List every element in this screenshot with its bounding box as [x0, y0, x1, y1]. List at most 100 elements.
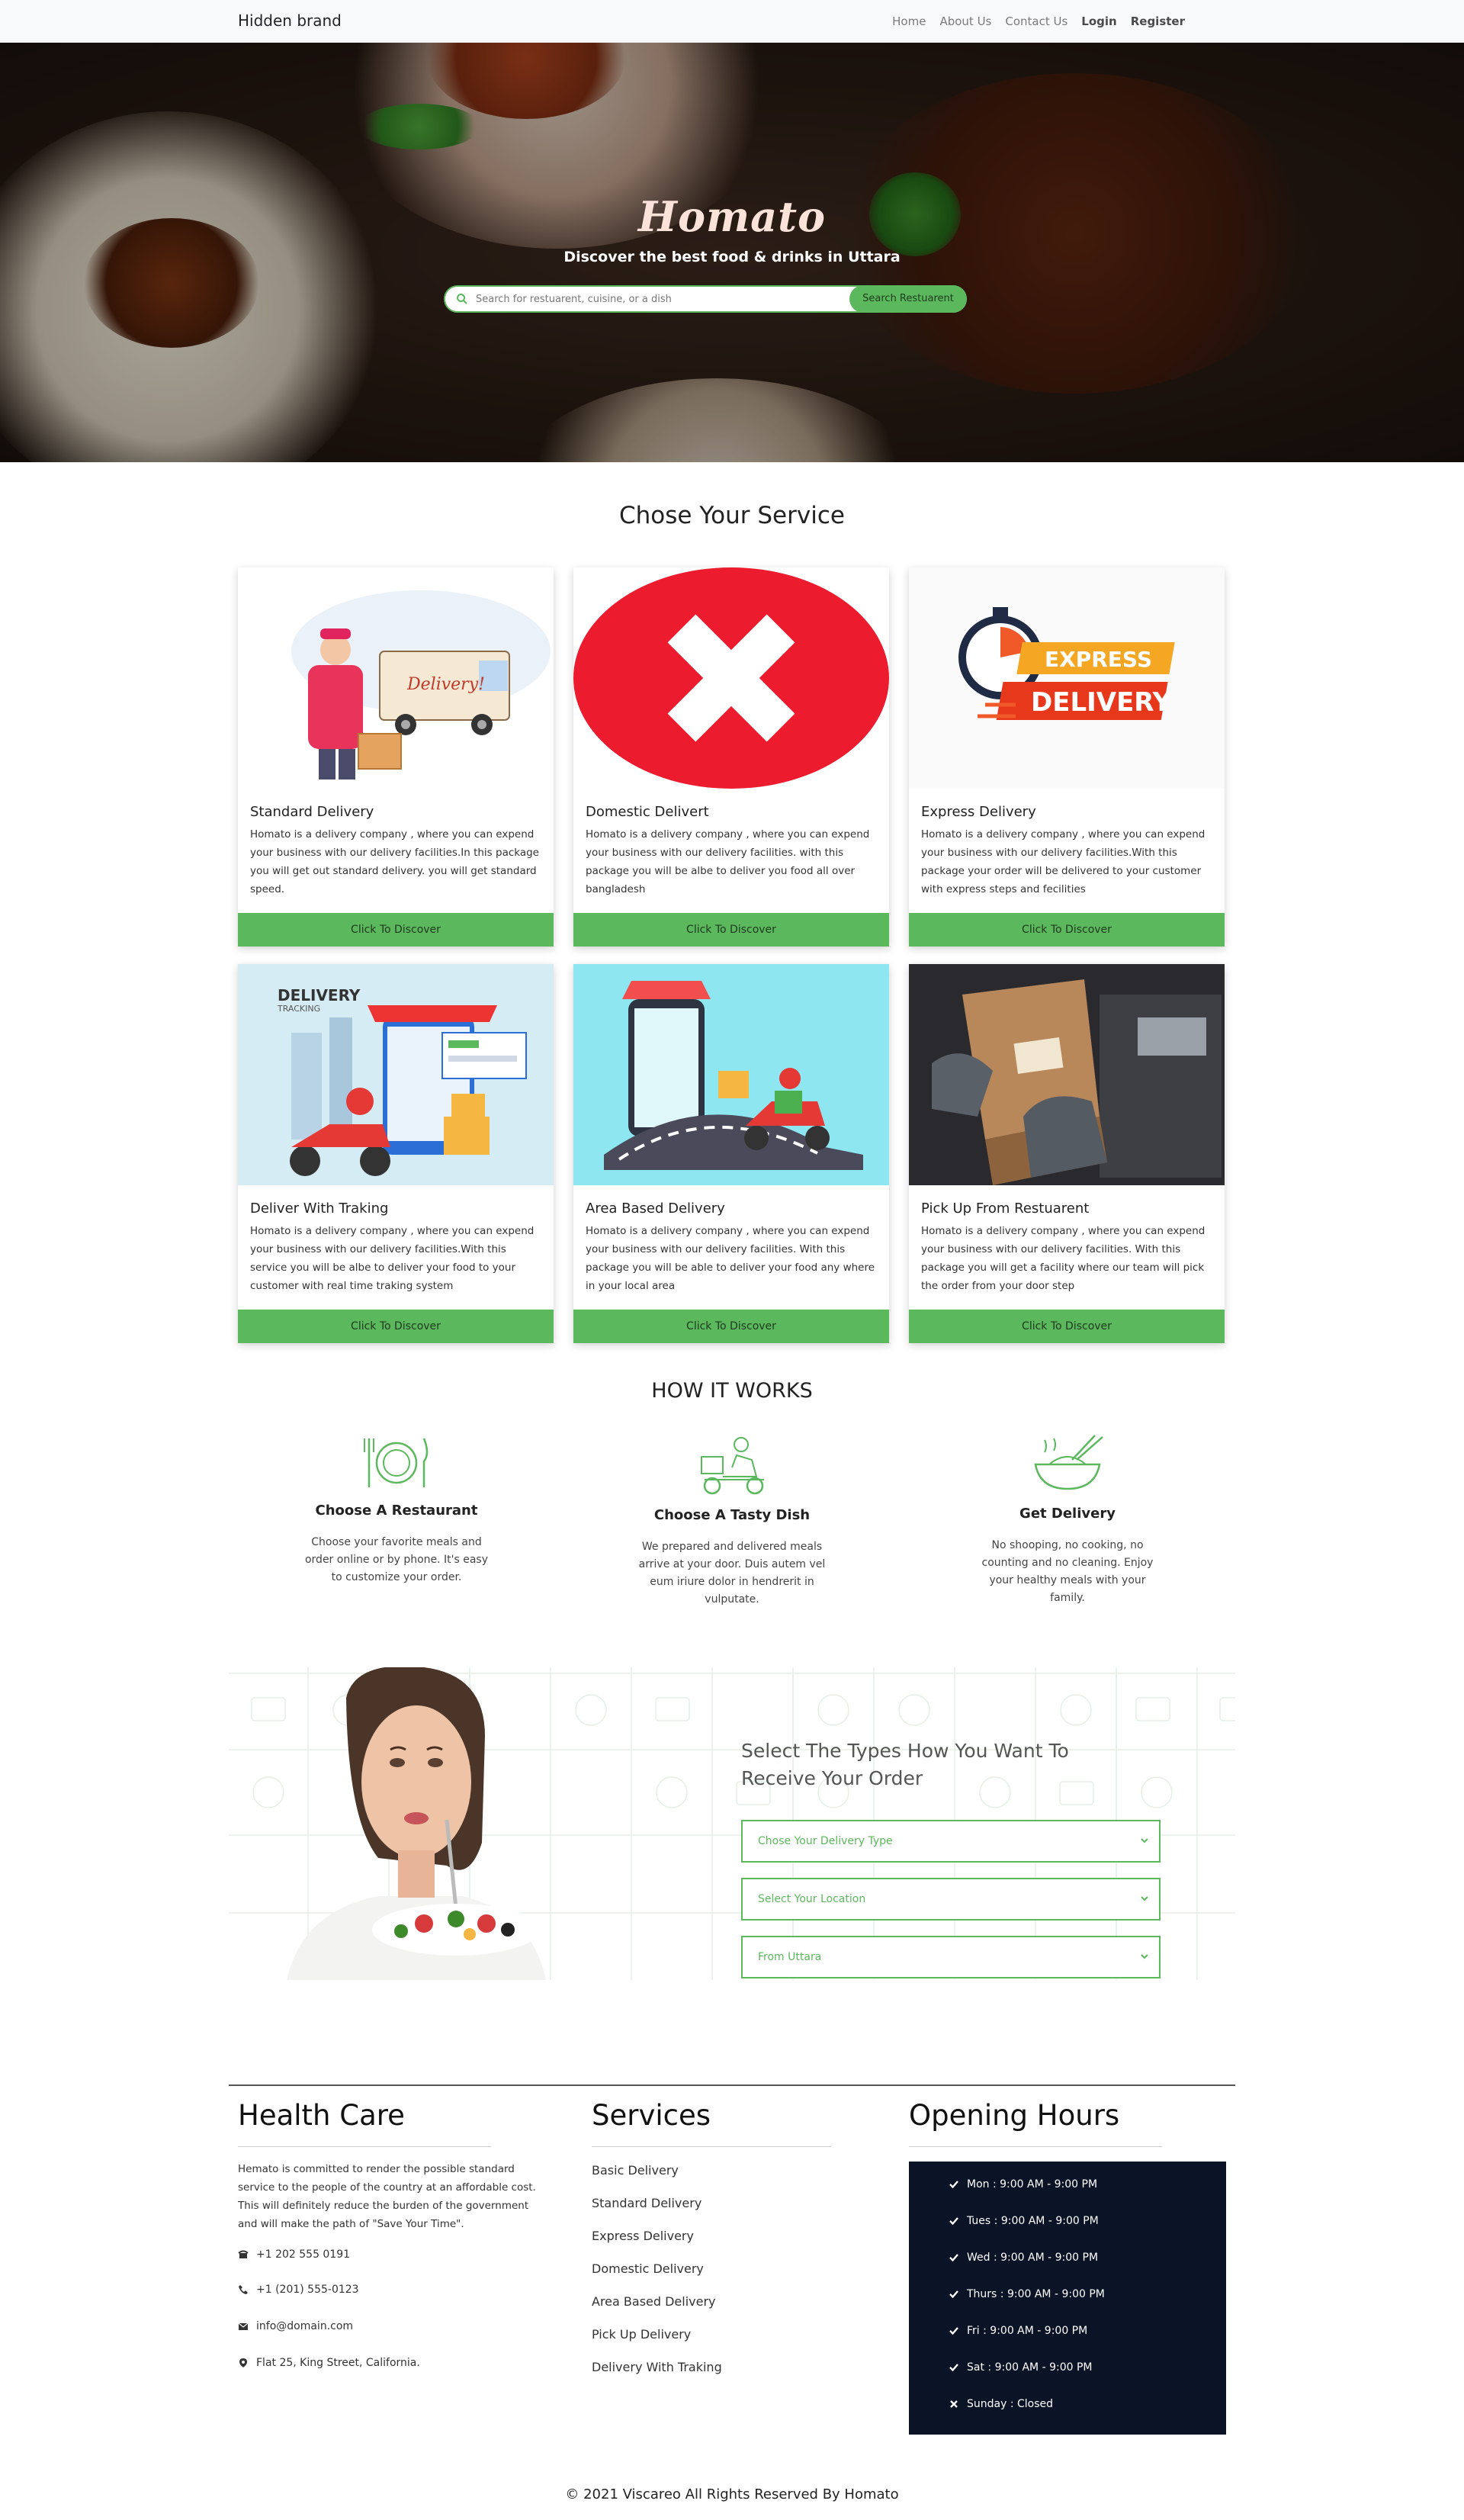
check-icon	[949, 2327, 958, 2335]
hours-row: Wed : 9:00 AM - 9:00 PM	[949, 2252, 1098, 2264]
card-description: Homato is a delivery company , where you…	[586, 828, 870, 895]
phone-icon	[239, 2285, 248, 2294]
nav-link-about[interactable]: About Us	[939, 14, 991, 28]
nav-link-home[interactable]: Home	[892, 14, 926, 28]
hours-row: Fri : 9:00 AM - 9:00 PM	[949, 2325, 1087, 2337]
contact-telephone: +1 202 555 0191	[238, 2248, 350, 2261]
hours-text: Tues : 9:00 AM - 9:00 PM	[967, 2215, 1099, 2227]
check-icon	[949, 2364, 958, 2372]
delivery-tracking-label: DELIVERY	[278, 986, 361, 1004]
discover-button[interactable]: Click To Discover	[573, 913, 889, 947]
search-bar[interactable]: Search for restuarent, cuisine, or a dis…	[444, 285, 967, 313]
card-description: Homato is a delivery company , where you…	[250, 828, 539, 895]
footer-service-link[interactable]: Standard Delivery	[592, 2196, 702, 2210]
envelope-icon	[238, 2322, 249, 2330]
contact-phone: +1 (201) 555-0123	[238, 2284, 359, 2296]
step-choose-restaurant: Choose A Restaurant Choose your favorite…	[290, 1434, 503, 1586]
search-button[interactable]: Search Restuarent	[849, 285, 967, 313]
how-it-works-title: HOW IT WORKS	[651, 1379, 813, 1403]
contact-address: Flat 25, King Street, California.	[238, 2357, 420, 2369]
delivery-tracking-illustration: DELIVERY TRACKING	[238, 964, 554, 1185]
check-icon	[949, 2254, 958, 2262]
hours-text: Mon : 9:00 AM - 9:00 PM	[967, 2178, 1098, 2191]
brand-logo[interactable]: Hidden brand	[238, 11, 342, 30]
card-title: Area Based Delivery	[586, 1201, 725, 1217]
scooter-map-illustration	[573, 964, 889, 1185]
svg-text:Delivery!: Delivery!	[406, 675, 485, 694]
select-value: Chose Your Delivery Type	[758, 1835, 893, 1847]
order-title: Select The Types How You Want To Receive…	[741, 1740, 1069, 1789]
footer-service-link[interactable]: Area Based Delivery	[592, 2294, 716, 2309]
services-heading: Services	[592, 2099, 711, 2132]
hours-text: Thurs : 9:00 AM - 9:00 PM	[967, 2288, 1105, 2300]
opening-hours-panel: Mon : 9:00 AM - 9:00 PM Tues : 9:00 AM -…	[909, 2162, 1226, 2435]
card-description: Homato is a delivery company , where you…	[921, 1225, 1206, 1292]
hours-row: Sat : 9:00 AM - 9:00 PM	[949, 2361, 1092, 2374]
card-title: Pick Up From Restuarent	[921, 1201, 1090, 1217]
copyright-text: © 2021 Viscareo All Rights Reserved By H…	[565, 2486, 899, 2502]
hours-text: Wed : 9:00 AM - 9:00 PM	[967, 2252, 1099, 2264]
delivery-scooter-icon	[701, 1437, 764, 1495]
hours-text: Fri : 9:00 AM - 9:00 PM	[967, 2325, 1088, 2337]
discover-button[interactable]: Click To Discover	[238, 1310, 554, 1343]
step-get-delivery: Get Delivery No shooping, no cooking, no…	[961, 1434, 1174, 1607]
search-input[interactable]: Search for restuarent, cuisine, or a dis…	[476, 294, 672, 305]
card-description: Homato is a delivery company , where you…	[250, 1225, 535, 1292]
hours-text: Sat : 9:00 AM - 9:00 PM	[967, 2361, 1093, 2374]
nav-links: Home About Us Contact Us Login Register	[892, 14, 1185, 28]
delivery-text: DELIVERY	[1031, 687, 1172, 718]
delivery-van-illustration: Delivery!	[238, 567, 554, 789]
contact-email: info@domain.com	[238, 2320, 353, 2332]
navbar: Hidden brand Home About Us Contact Us Lo…	[0, 0, 1464, 43]
card-description: Homato is a delivery company , where you…	[586, 1225, 875, 1292]
service-card-domestic: Domestic Delivert Homato is a delivery c…	[573, 567, 889, 947]
services-underline	[592, 2146, 831, 2147]
service-card-standard: Delivery! Standard Delivery Homato is a …	[238, 567, 554, 947]
map-marker-icon	[239, 2358, 247, 2367]
about-heading: Health Care	[238, 2099, 405, 2132]
hours-underline	[909, 2146, 1162, 2147]
check-icon	[949, 2217, 958, 2226]
nav-link-register[interactable]: Register	[1131, 14, 1185, 28]
hours-heading: Opening Hours	[909, 2099, 1120, 2132]
service-card-area: Area Based Delivery Homato is a delivery…	[573, 964, 889, 1343]
hours-row: Tues : 9:00 AM - 9:00 PM	[949, 2215, 1099, 2227]
footer-service-link[interactable]: Express Delivery	[592, 2229, 694, 2243]
service-card-tracking: DELIVERY TRACKING Deliver With Traking H…	[238, 964, 554, 1343]
check-icon	[949, 2290, 958, 2299]
check-icon	[949, 2181, 958, 2189]
footer-service-link[interactable]: Pick Up Delivery	[592, 2327, 691, 2342]
step-title: Choose A Tasty Dish	[653, 1507, 811, 1523]
card-title: Express Delivery	[921, 804, 1036, 820]
hours-text: Sunday : Closed	[967, 2398, 1054, 2410]
footer-service-link[interactable]: Basic Delivery	[592, 2163, 679, 2178]
plate-cutlery-icon	[364, 1438, 429, 1487]
footer-service-link[interactable]: Delivery With Traking	[592, 2360, 722, 2374]
select-value: Select Your Location	[758, 1893, 866, 1905]
area-select[interactable]: From Uttara	[741, 1936, 1161, 1978]
nav-link-contact[interactable]: Contact Us	[1005, 14, 1068, 28]
chevron-down-icon	[1141, 1954, 1148, 1959]
discover-button[interactable]: Click To Discover	[909, 1310, 1225, 1343]
contact-text[interactable]: info@domain.com	[256, 2320, 353, 2332]
card-title: Deliver With Traking	[250, 1201, 389, 1217]
nav-link-login[interactable]: Login	[1081, 14, 1116, 28]
package-pickup-photo	[909, 964, 1225, 1185]
step-description: No shooping, no cooking, no counting and…	[981, 1539, 1154, 1604]
discover-button[interactable]: Click To Discover	[573, 1310, 889, 1343]
card-title: Standard Delivery	[250, 804, 374, 820]
hero-title: Homato	[637, 192, 827, 241]
location-select[interactable]: Select Your Location	[741, 1878, 1161, 1921]
card-description: Homato is a delivery company , where you…	[921, 828, 1206, 895]
red-cross-icon	[573, 567, 889, 789]
hours-row: Thurs : 9:00 AM - 9:00 PM	[949, 2288, 1105, 2300]
hero-subtitle: Discover the best food & drinks in Uttar…	[563, 249, 901, 265]
discover-button[interactable]: Click To Discover	[909, 913, 1225, 947]
footer-service-link[interactable]: Domestic Delivery	[592, 2261, 704, 2276]
discover-button[interactable]: Click To Discover	[238, 913, 554, 947]
delivery-type-select[interactable]: Chose Your Delivery Type	[741, 1820, 1161, 1863]
step-title: Get Delivery	[1019, 1506, 1116, 1522]
step-description: We prepared and delivered meals arrive a…	[638, 1541, 826, 1606]
contact-text: +1 (201) 555-0123	[256, 2284, 359, 2296]
express-delivery-stopwatch: EXPRESS DELIVERY	[909, 567, 1225, 789]
